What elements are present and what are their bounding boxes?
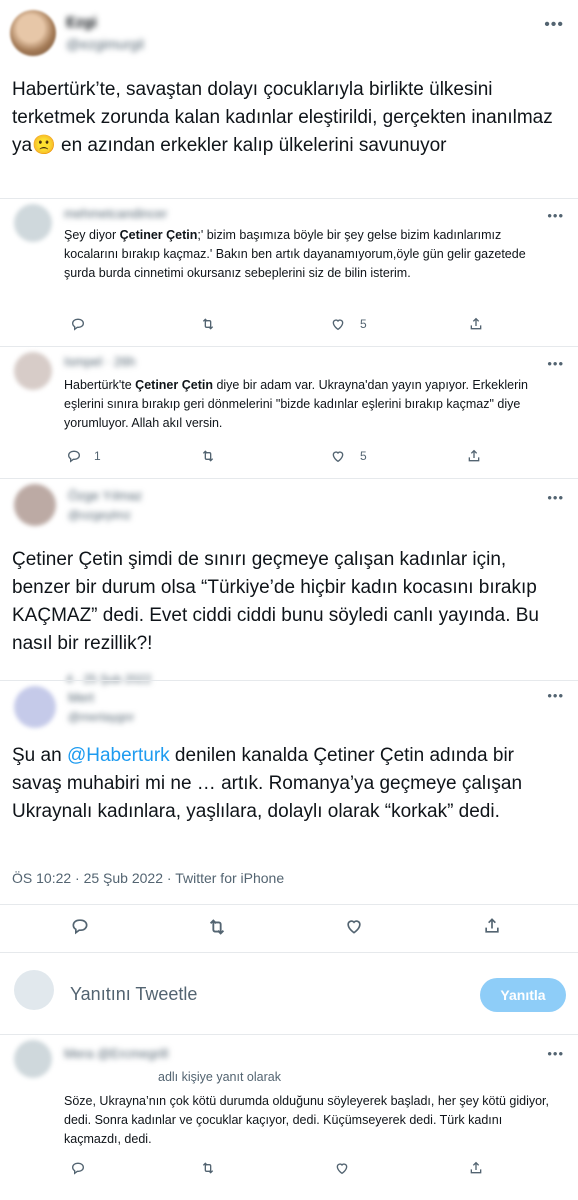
like-count: 5 (360, 449, 367, 463)
like-icon (336, 1163, 348, 1175)
like-button[interactable]: 5 (330, 448, 367, 464)
more-icon[interactable]: ••• (547, 356, 564, 371)
tweet-actions: 5 (0, 316, 578, 340)
avatar[interactable] (14, 686, 56, 728)
tweet-text: Söze, Ukrayna’nın çok kötü durumda olduğ… (64, 1094, 549, 1146)
divider (0, 904, 578, 905)
reply-button[interactable]: 1 (66, 448, 101, 464)
like-button[interactable] (334, 1160, 350, 1176)
author-name[interactable]: Ismpel · 26h (64, 354, 136, 369)
reply-button[interactable]: Yanıtla (480, 978, 566, 1012)
author-name[interactable]: Özge Yılmaz (68, 488, 142, 503)
author-name[interactable]: Ezgi (66, 14, 97, 31)
reply-button[interactable] (70, 916, 90, 936)
share-icon (470, 317, 482, 330)
more-icon[interactable]: ••• (547, 490, 564, 505)
like-icon (347, 920, 361, 934)
share-icon (485, 918, 499, 933)
reply-to-label: adlı kişiye yanıt olarak (158, 1070, 281, 1084)
more-icon[interactable]: ••• (547, 1046, 564, 1061)
share-button[interactable] (468, 316, 484, 332)
divider (0, 1034, 578, 1035)
like-icon (332, 451, 344, 463)
divider (0, 478, 578, 479)
tweet-text: Şu an @Haberturk denilen kanalda Çetiner… (12, 742, 564, 826)
avatar (14, 970, 54, 1010)
retweet-icon (202, 450, 214, 462)
more-icon[interactable]: ••• (547, 688, 564, 703)
avatar[interactable] (14, 484, 56, 526)
more-icon[interactable]: ••• (544, 16, 564, 34)
text-segment: Habertürk'te (64, 378, 136, 392)
tweet-meta: ÖS 10:22 · 25 Şub 2022 · Twitter for iPh… (12, 870, 285, 886)
reply-icon (67, 450, 80, 463)
share-icon (468, 449, 480, 462)
retweet-button[interactable] (200, 316, 216, 332)
divider (0, 198, 578, 199)
tweet-actions: 1 5 (0, 448, 578, 472)
highlighted-name: Çetiner Çetin (135, 378, 213, 392)
tweet-date: 4 · 25 Şub 2022 (66, 672, 152, 686)
tweet-text: Habertürk'te Çetiner Çetin diye bir adam… (64, 376, 544, 433)
reply-count: 1 (94, 449, 101, 463)
tweet-text: Habertürk’te, savaştan dolayı çocuklarıy… (12, 79, 553, 156)
tweet-actions (0, 1160, 578, 1184)
retweet-icon (209, 919, 225, 935)
retweet-button[interactable] (200, 448, 216, 464)
reply-button[interactable] (70, 316, 96, 332)
reply-icon (71, 1162, 84, 1175)
reply-compose-input[interactable]: Yanıtını Tweetle (70, 984, 197, 1005)
author-handle: @ezgimurgil (66, 36, 145, 52)
share-icon (470, 1161, 482, 1174)
highlighted-name: Çetiner Çetin (119, 228, 198, 242)
reply-button[interactable] (70, 1160, 86, 1176)
avatar[interactable] (14, 1040, 52, 1078)
avatar[interactable] (14, 204, 52, 242)
reply-icon (71, 318, 84, 331)
author-handle: @mertaygnr (68, 710, 135, 724)
divider (0, 952, 578, 953)
retweet-icon (202, 318, 214, 330)
author-handle: @ozgeylmz (68, 508, 131, 522)
author-name[interactable]: mehmetcandincer (64, 206, 167, 221)
like-button[interactable]: 5 (330, 316, 367, 332)
avatar[interactable] (14, 352, 52, 390)
avatar[interactable] (10, 10, 56, 56)
more-icon[interactable]: ••• (547, 208, 564, 223)
divider (0, 680, 578, 681)
like-icon (332, 319, 344, 331)
like-count: 5 (360, 317, 367, 331)
divider (0, 346, 578, 347)
share-button[interactable] (468, 1160, 484, 1176)
author-name[interactable]: Mert (68, 690, 94, 705)
tweet-actions (0, 916, 578, 940)
retweet-icon (202, 1162, 214, 1174)
text-segment: Şu an (12, 745, 67, 766)
retweet-button[interactable] (206, 916, 228, 938)
tweet-text: Çetiner Çetin şimdi de sınırı geçmeye ça… (12, 549, 539, 654)
like-button[interactable] (344, 916, 364, 936)
reply-icon (72, 919, 88, 935)
share-button[interactable] (466, 448, 482, 464)
text-segment: Şey diyor (64, 228, 120, 242)
tweet-text: Şey diyor Çetiner Çetin;' bizim başımıza… (64, 226, 544, 283)
author-name[interactable]: Mera @Ercmegrill (64, 1046, 168, 1061)
retweet-button[interactable] (200, 1160, 216, 1176)
share-button[interactable] (482, 916, 502, 936)
mention-link[interactable]: @Haberturk (67, 745, 170, 766)
